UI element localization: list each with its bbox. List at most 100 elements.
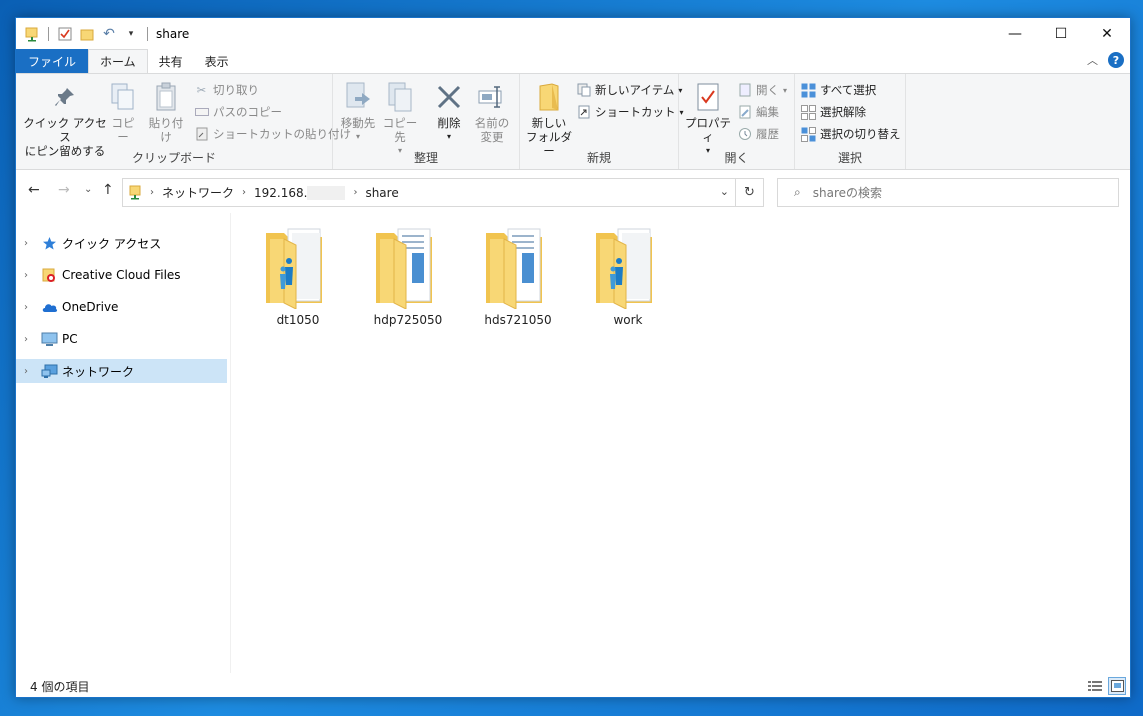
- sidebar-item-network[interactable]: › ネットワーク: [16, 359, 227, 383]
- history-label: 履歴: [756, 127, 779, 141]
- expand-chevron-icon[interactable]: ›: [24, 334, 34, 345]
- properties-button[interactable]: プロパティ ▾: [683, 80, 733, 158]
- breadcrumb-chevron-icon[interactable]: ›: [242, 187, 246, 198]
- select-all-button[interactable]: すべて選択: [801, 82, 876, 98]
- breadcrumb-chevron-icon[interactable]: ›: [150, 187, 154, 198]
- paste-shortcut-button[interactable]: ショートカットの貼り付け: [194, 126, 351, 142]
- expand-chevron-icon[interactable]: ›: [24, 238, 34, 249]
- breadcrumb-share[interactable]: share: [365, 186, 398, 200]
- pin-icon: [48, 80, 82, 114]
- tab-share[interactable]: 共有: [148, 49, 194, 73]
- shortcut-button[interactable]: ショートカット ▾: [576, 104, 684, 120]
- new-item-button[interactable]: 新しいアイテム ▾: [576, 82, 682, 98]
- network-folder-icon: [24, 26, 40, 42]
- new-folder-icon[interactable]: [79, 26, 95, 42]
- content-area: dt1050 hdp725050 hds721050 work: [236, 213, 1126, 673]
- select-group: すべて選択 選択解除 選択の切り替え 選択: [795, 74, 906, 169]
- cloud-icon: [40, 299, 58, 315]
- rename-button[interactable]: 名前の 変更: [471, 80, 513, 144]
- search-placeholder: shareの検索: [812, 186, 882, 200]
- navigation-row: ← → ⌄ ↑ › ネットワーク › 192.168. › share ⌄ ↻ …: [16, 171, 1130, 211]
- redacted-ip-segment: [307, 185, 346, 200]
- large-icons-view-icon[interactable]: [1108, 677, 1126, 695]
- collapse-ribbon-icon[interactable]: ︿: [1087, 52, 1098, 68]
- open-button[interactable]: 開く ▾: [737, 82, 787, 98]
- breadcrumb-ip[interactable]: 192.168.: [254, 186, 307, 200]
- pin-to-quick-access-button[interactable]: クイック アクセス にピン留めする: [22, 80, 108, 158]
- refresh-icon[interactable]: ↻: [735, 179, 763, 206]
- expand-chevron-icon[interactable]: ›: [24, 270, 34, 281]
- folder-item[interactable]: hds721050: [466, 223, 570, 335]
- quick-access-toolbar: ↶ ▾: [16, 26, 150, 42]
- window-title: share: [156, 26, 190, 41]
- delete-button[interactable]: 削除 ▾: [431, 80, 467, 144]
- address-bar[interactable]: › ネットワーク › 192.168. › share ⌄ ↻: [122, 178, 764, 207]
- view-buttons: [1086, 677, 1126, 695]
- folder-item[interactable]: work: [576, 223, 680, 335]
- new-folder-button[interactable]: 新しい フォルダー: [524, 80, 574, 158]
- sidebar-item-onedrive[interactable]: › OneDrive: [16, 295, 227, 319]
- invert-selection-label: 選択の切り替え: [820, 127, 901, 141]
- sidebar-item-quick-access[interactable]: › クイック アクセス: [16, 231, 227, 255]
- delete-dropdown-icon: ▾: [446, 132, 451, 141]
- close-button[interactable]: ✕: [1084, 18, 1130, 49]
- sidebar-item-creative-cloud[interactable]: › Creative Cloud Files: [16, 263, 227, 287]
- sidebar-item-pc[interactable]: › PC: [16, 327, 227, 351]
- help-icon[interactable]: ?: [1108, 52, 1124, 68]
- network-location-icon: [129, 185, 142, 201]
- forward-arrow-icon[interactable]: →: [58, 182, 70, 198]
- copy-to-icon: [383, 80, 417, 114]
- invert-selection-button[interactable]: 選択の切り替え: [801, 126, 901, 142]
- pin-label-line1: クイック アクセス: [23, 116, 107, 144]
- tab-view[interactable]: 表示: [194, 49, 240, 73]
- paste-shortcut-icon: [194, 127, 209, 142]
- sidebar-label: Creative Cloud Files: [62, 268, 181, 282]
- expand-chevron-icon[interactable]: ›: [24, 302, 34, 313]
- open-icon: [737, 83, 752, 98]
- paste-button[interactable]: 貼り付け: [144, 80, 188, 144]
- pane-divider[interactable]: [230, 213, 231, 673]
- copy-to-button[interactable]: コピー先 ▾: [379, 80, 421, 158]
- sidebar-label: OneDrive: [62, 300, 119, 314]
- scissors-icon: ✂: [196, 83, 207, 97]
- window-controls: — ☐ ✕: [992, 18, 1130, 49]
- maximize-button[interactable]: ☐: [1038, 18, 1084, 49]
- move-to-icon: [341, 80, 375, 114]
- breadcrumb-chevron-icon[interactable]: ›: [353, 187, 357, 198]
- breadcrumb-network[interactable]: ネットワーク: [162, 184, 234, 201]
- up-arrow-icon[interactable]: ↑: [102, 182, 114, 198]
- undo-icon[interactable]: ↶: [101, 26, 117, 42]
- expand-chevron-icon[interactable]: ›: [24, 366, 34, 377]
- edit-button[interactable]: 編集: [737, 104, 779, 120]
- toolbar-separator: [147, 26, 148, 41]
- folder-item[interactable]: hdp725050: [356, 223, 460, 335]
- minimize-button[interactable]: —: [992, 18, 1038, 49]
- recent-locations-chevron-icon[interactable]: ⌄: [84, 184, 92, 195]
- title-bar: ↶ ▾ share — ☐ ✕: [16, 18, 1130, 49]
- network-icon: [40, 363, 58, 379]
- folder-item[interactable]: dt1050: [246, 223, 350, 335]
- details-view-icon[interactable]: [1086, 677, 1104, 695]
- cut-button[interactable]: ✂ 切り取り: [194, 82, 259, 98]
- search-box[interactable]: ⌕ shareの検索: [777, 178, 1119, 207]
- history-button[interactable]: 履歴: [737, 126, 779, 142]
- tab-file[interactable]: ファイル: [16, 49, 89, 73]
- select-none-button[interactable]: 選択解除: [801, 104, 866, 120]
- copy-button[interactable]: コピー: [106, 80, 140, 144]
- creative-cloud-icon: [40, 267, 58, 283]
- copy-path-button[interactable]: パスのコピー: [194, 104, 282, 120]
- move-to-button[interactable]: 移動先 ▾: [337, 80, 379, 144]
- shared-folder-icon: [266, 228, 322, 309]
- history-icon: [737, 127, 752, 142]
- customize-toolbar-icon[interactable]: ▾: [123, 26, 139, 42]
- ribbon-tabs: ファイル ホーム 共有 表示 ︿ ?: [16, 49, 1130, 73]
- item-count: 4 個の項目: [30, 679, 90, 694]
- tab-home[interactable]: ホーム: [88, 49, 148, 73]
- new-item-label: 新しいアイテム: [595, 83, 675, 97]
- address-dropdown-icon[interactable]: ⌄: [720, 185, 729, 198]
- ribbon: クイック アクセス にピン留めする コピー 貼り付け ✂ 切り取り パスのコピー…: [16, 73, 1130, 170]
- properties-icon[interactable]: [57, 26, 73, 42]
- back-arrow-icon[interactable]: ←: [28, 182, 40, 198]
- cut-label: 切り取り: [213, 83, 259, 97]
- explorer-window: ↶ ▾ share — ☐ ✕ ファイル ホーム 共有 表示 ︿ ? クイック …: [15, 17, 1131, 698]
